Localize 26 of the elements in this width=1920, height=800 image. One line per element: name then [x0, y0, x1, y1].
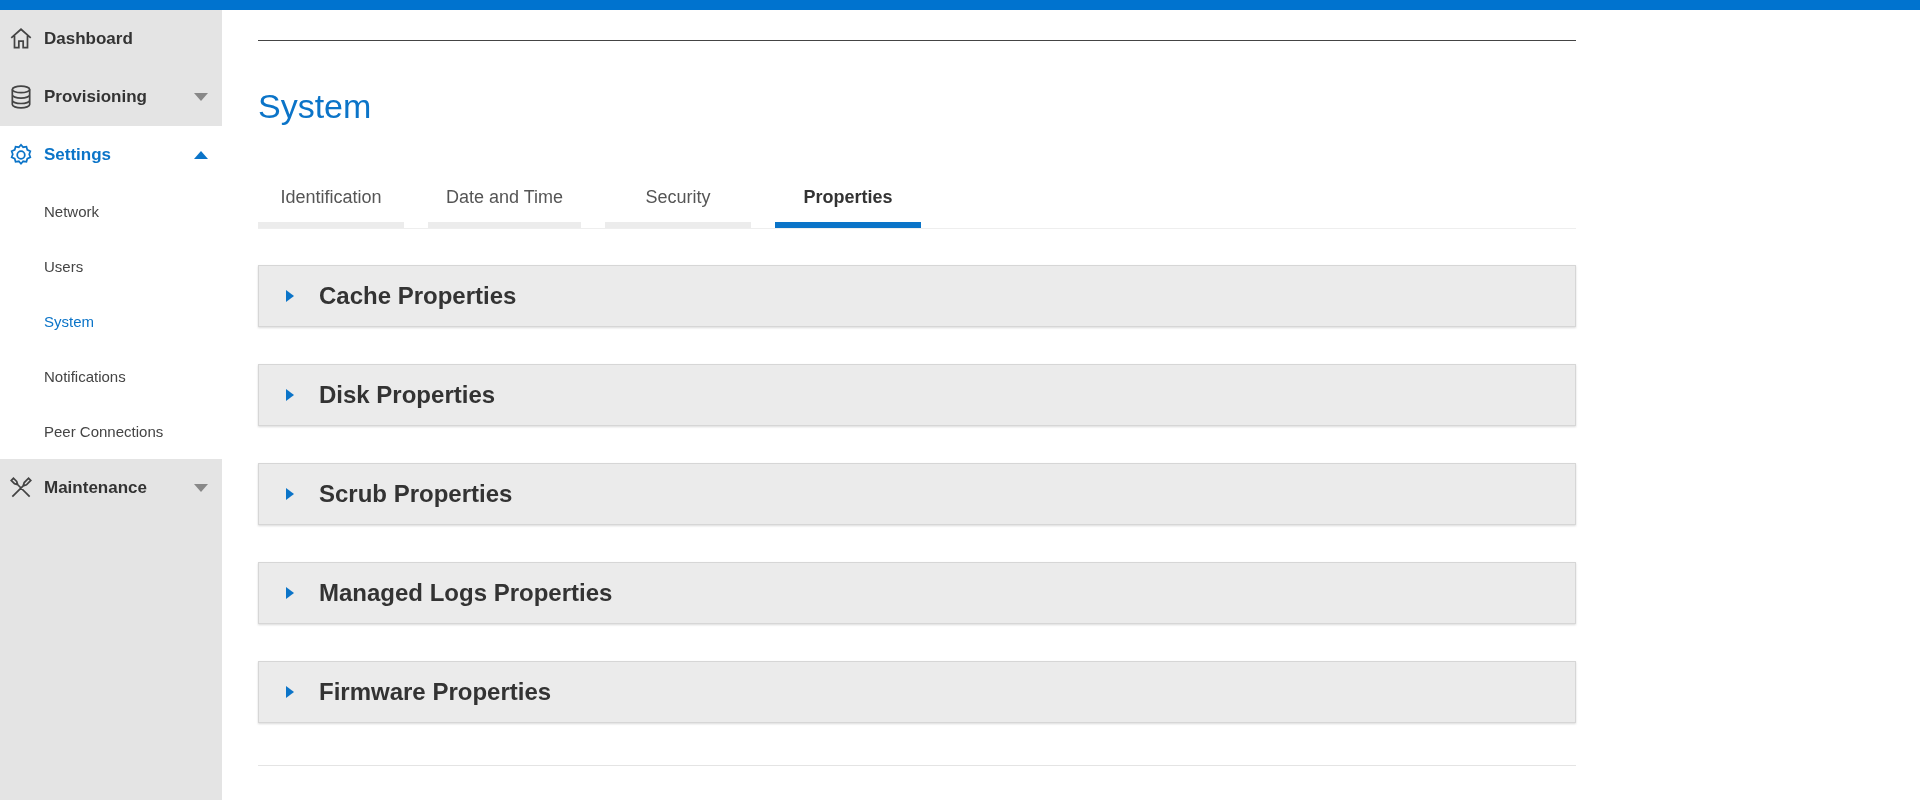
sidebar-subitem[interactable]: System — [0, 294, 222, 349]
sidebar-item[interactable]: Maintenance — [0, 459, 222, 517]
accordion-header[interactable]: Firmware Properties — [258, 661, 1576, 723]
sidebar-item[interactable]: Settings — [0, 126, 222, 184]
accordion-header[interactable]: Cache Properties — [258, 265, 1576, 327]
sidebar-subitem[interactable]: Peer Connections — [0, 404, 222, 459]
sidebar-item[interactable]: Provisioning — [0, 68, 222, 126]
home-icon — [8, 26, 34, 52]
database-icon — [8, 84, 34, 110]
caret-right-icon — [285, 487, 295, 501]
page-title: System — [258, 87, 373, 127]
caret-right-icon — [285, 685, 295, 699]
sidebar-subitem[interactable]: Users — [0, 239, 222, 294]
caret-right-icon — [285, 388, 295, 402]
caret-icon — [194, 151, 208, 159]
caret-right-icon — [285, 289, 295, 303]
accordion-header[interactable]: Scrub Properties — [258, 463, 1576, 525]
sidebar-subitem[interactable]: Notifications — [0, 349, 222, 404]
caret-icon — [194, 484, 208, 492]
accordion-header[interactable]: Disk Properties — [258, 364, 1576, 426]
gear-icon — [8, 142, 34, 168]
accordion-header[interactable]: Managed Logs Properties — [258, 562, 1576, 624]
sidebar-item[interactable]: Dashboard — [0, 10, 222, 68]
sidebar-subitem[interactable]: Network — [0, 184, 222, 239]
caret-icon — [194, 93, 208, 101]
caret-right-icon — [285, 586, 295, 600]
